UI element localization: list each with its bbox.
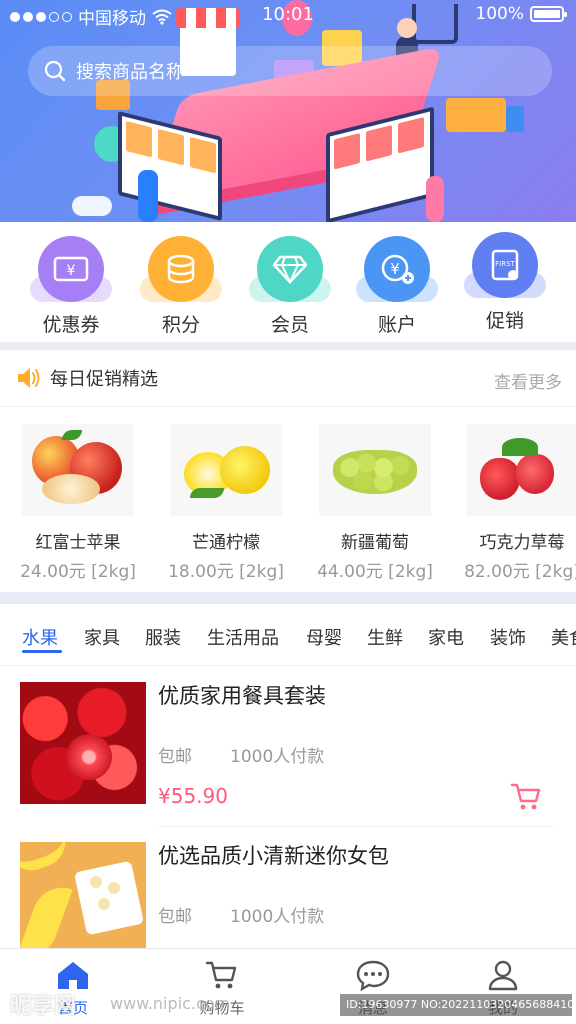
active-tab-indicator [22,650,62,653]
search-placeholder: 搜索商品名称 [76,62,184,83]
quick-nav-label: 账户 [377,314,416,336]
tab-food[interactable]: 美食 [551,624,576,650]
watermark-id: ID:19630977 NO:20221103204656884102 [340,994,572,1016]
tab-daily-goods[interactable]: 生活用品 [207,624,279,650]
list-item[interactable]: 优选品质小清新迷你女包 包邮 1000人付款 [0,826,576,948]
product-image [466,424,576,516]
list-item[interactable]: 优质家用餐具套装 包邮 1000人付款 ¥55.90 [0,666,576,826]
product-name: 红富士苹果 [35,533,121,553]
svg-text:¥: ¥ [390,260,400,278]
daily-promotions: 每日促销精选 查看更多 红富士苹果 24.00元 [2kg] 芒通柠檬 18.0… [0,350,576,592]
product-image [319,424,431,516]
product-name: 芒通柠檬 [192,533,260,553]
quick-nav-label: 优惠券 [42,314,100,336]
product-title: 优质家用餐具套装 [158,684,326,708]
tab-furniture[interactable]: 家具 [84,624,120,650]
user-icon [488,960,518,991]
diamond-icon [249,236,331,302]
tab-fruit[interactable]: 水果 [22,624,58,650]
category-tabs: 水果 家具 服装 生活用品 母婴 生鲜 家电 装饰 美食 [0,604,576,666]
product-list: 优质家用餐具套装 包邮 1000人付款 ¥55.90 优选品质小清新迷你女包 包… [0,666,576,948]
message-icon [356,960,390,992]
add-to-cart-icon[interactable] [510,782,542,812]
account-yen-icon: ¥ [356,236,438,302]
paid-count: 1000人付款 [230,747,325,767]
daily-header: 每日促销精选 [0,350,576,407]
section-divider [0,342,576,350]
search-bar[interactable]: 搜索商品名称 [28,46,552,96]
coupon-icon: ¥ [30,236,112,302]
quick-nav-points[interactable]: 积分 [126,236,236,337]
promotion-tag-icon: FIRST [464,232,546,298]
product-price: 24.00元 [2kg] [20,562,136,582]
quick-nav-label: 积分 [161,314,200,336]
quick-nav: ¥ 优惠券 积分 会员 ¥ 账户 FIRST 促销 [0,222,576,342]
daily-product-card[interactable]: 巧克力草莓 82.00元 [2kg] [452,424,576,582]
svg-text:FIRST: FIRST [495,260,515,268]
product-name: 新疆葡萄 [341,533,409,553]
tab-clothing[interactable]: 服装 [145,624,181,650]
watermark-site: www.nipic.com [110,994,231,1013]
tab-appliances[interactable]: 家电 [428,624,464,650]
daily-title: 每日促销精选 [50,369,158,390]
product-image [20,842,146,948]
tab-baby[interactable]: 母婴 [306,624,342,650]
battery-percent: 100% [475,4,524,24]
speaker-icon [18,368,40,388]
watermark-logo: 昵享网 [10,994,77,1019]
quick-nav-account[interactable]: ¥ 账户 [342,236,452,337]
product-image [20,682,146,804]
product-title: 优选品质小清新迷你女包 [158,844,389,868]
cart-icon [205,961,237,989]
quick-nav-member[interactable]: 会员 [235,236,345,337]
svg-text:¥: ¥ [67,263,76,279]
search-icon [44,60,66,82]
points-coins-icon [140,236,222,302]
person-illustration [138,170,158,222]
daily-product-card[interactable]: 新疆葡萄 44.00元 [2kg] [305,424,445,582]
person-illustration [426,176,444,222]
tab-fresh[interactable]: 生鲜 [367,624,403,650]
product-price: 18.00元 [2kg] [168,562,284,582]
view-more-link[interactable]: 查看更多 [494,368,562,393]
paid-count: 1000人付款 [230,907,325,927]
section-divider [0,592,576,604]
battery-icon [530,6,567,22]
quick-nav-label: 会员 [270,314,309,336]
quick-nav-promotion[interactable]: FIRST 促销 [450,232,560,333]
product-price: 82.00元 [2kg] [464,562,576,582]
home-icon [58,962,88,989]
status-bar: 中国移动 10:01 100% [0,0,576,32]
product-image [170,424,282,516]
product-price: ¥55.90 [158,784,228,808]
daily-product-card[interactable]: 红富士苹果 24.00元 [2kg] [8,424,148,582]
hero-banner[interactable]: 中国移动 10:01 100% 搜索商品名称 [0,0,576,222]
quick-nav-coupon[interactable]: ¥ 优惠券 [16,236,126,337]
daily-product-card[interactable]: 芒通柠檬 18.00元 [2kg] [156,424,296,582]
quick-nav-label: 促销 [485,310,524,332]
cloud-illustration [72,196,112,216]
tab-decor[interactable]: 装饰 [490,624,526,650]
shipping-label: 包邮 [158,907,192,927]
product-price: 44.00元 [2kg] [317,562,433,582]
product-image [22,424,134,516]
shipping-label: 包邮 [158,747,192,767]
truck-illustration [446,98,524,132]
product-name: 巧克力草莓 [479,533,565,553]
